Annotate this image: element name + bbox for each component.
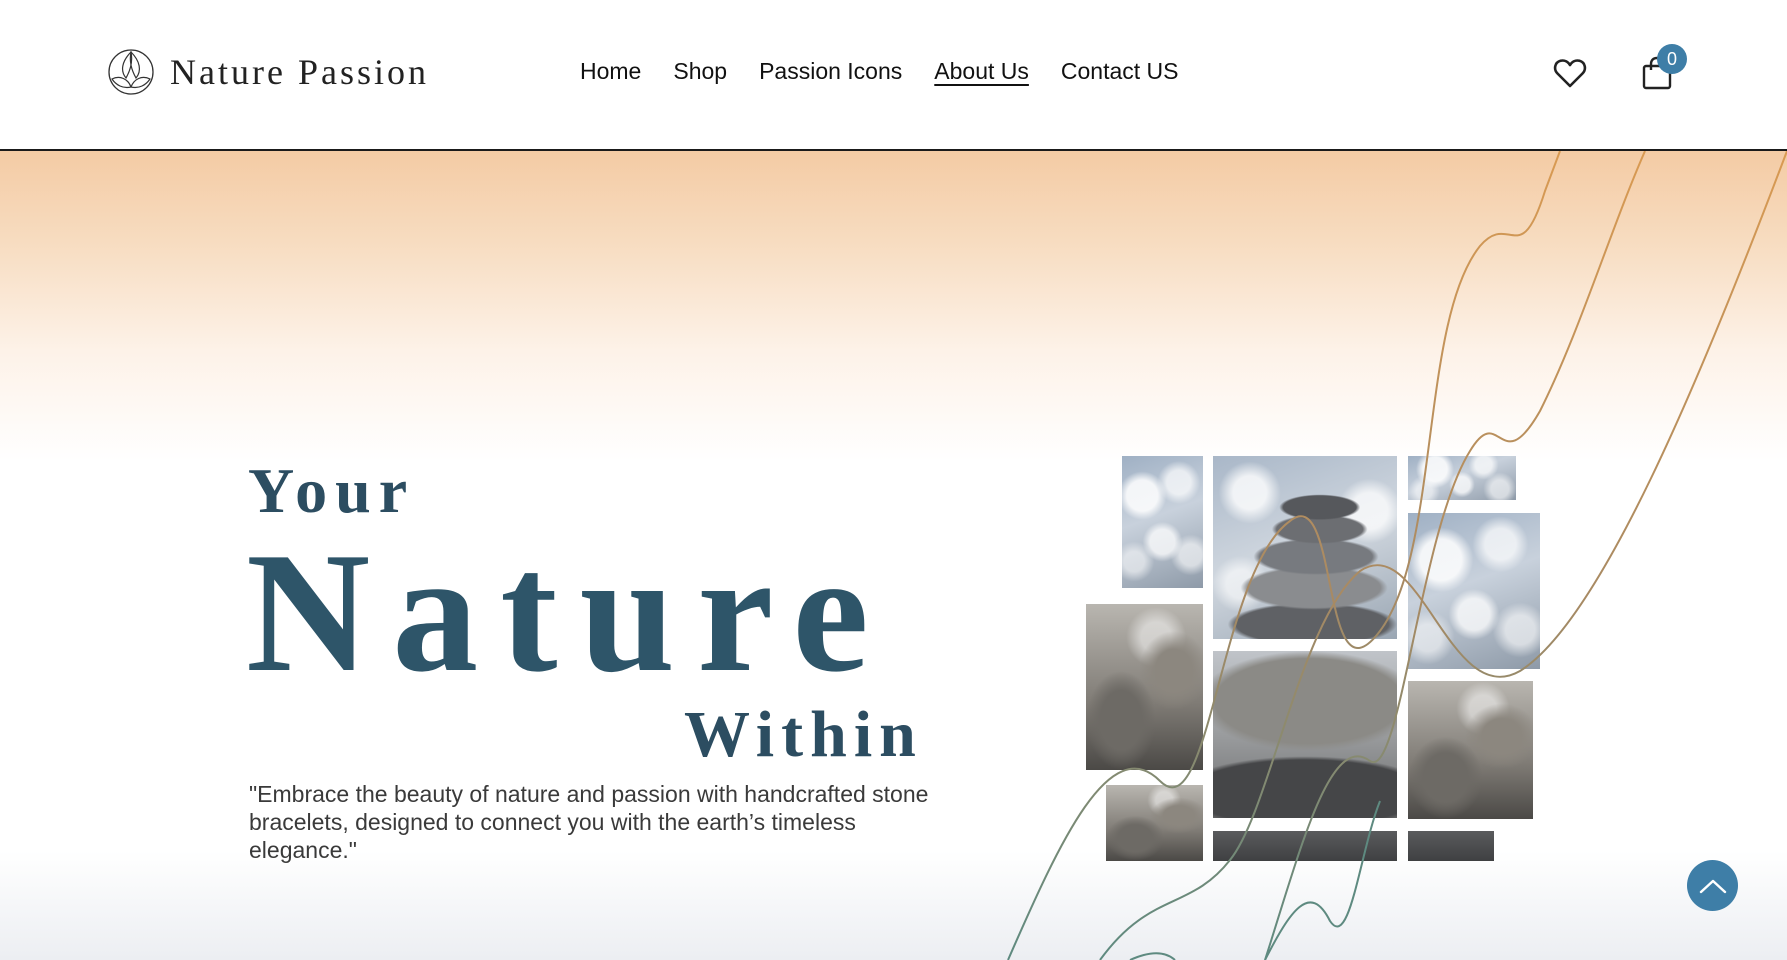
brand-name: Nature Passion — [170, 52, 429, 92]
nav-about-us[interactable]: About Us — [934, 58, 1029, 85]
collage-tile-pebbles-2 — [1408, 681, 1533, 819]
headline-your: Your — [248, 455, 416, 526]
collage-tile-stone-strip-2 — [1408, 831, 1494, 861]
main-nav: Home Shop Passion Icons About Us Contact… — [580, 58, 1179, 85]
cart-count-badge[interactable]: 0 — [1657, 44, 1687, 74]
hero-section: Your Nature Within "Embrace the beauty o… — [0, 151, 1787, 960]
hero-tagline: "Embrace the beauty of nature and passio… — [249, 781, 929, 863]
collage-tile-stone-stack-top — [1213, 456, 1397, 639]
chevron-up-icon — [1699, 879, 1726, 893]
collage-tile-bokeh-2 — [1408, 456, 1516, 500]
headline-nature: Nature — [246, 518, 891, 708]
collage-tile-pebbles-3 — [1106, 785, 1203, 861]
headline-within: Within — [684, 698, 923, 771]
nav-shop[interactable]: Shop — [673, 58, 727, 85]
nav-contact-us[interactable]: Contact US — [1061, 58, 1179, 85]
collage-tile-pebbles-1 — [1086, 604, 1203, 770]
logo-icon — [108, 49, 154, 95]
nav-passion-icons[interactable]: Passion Icons — [759, 58, 902, 85]
collage-tile-bokeh-3 — [1408, 513, 1540, 669]
collage-tile-bokeh-1 — [1122, 456, 1203, 588]
brand-logo[interactable]: Nature Passion — [106, 47, 429, 97]
nav-home[interactable]: Home — [580, 58, 641, 85]
scroll-to-top-button[interactable] — [1687, 860, 1738, 911]
collage-tile-stone-stack-bottom — [1213, 651, 1397, 818]
collage-tile-stone-strip-1 — [1213, 831, 1397, 861]
site-header: Nature Passion Home Shop Passion Icons A… — [0, 0, 1787, 151]
heart-icon[interactable] — [1553, 57, 1587, 89]
